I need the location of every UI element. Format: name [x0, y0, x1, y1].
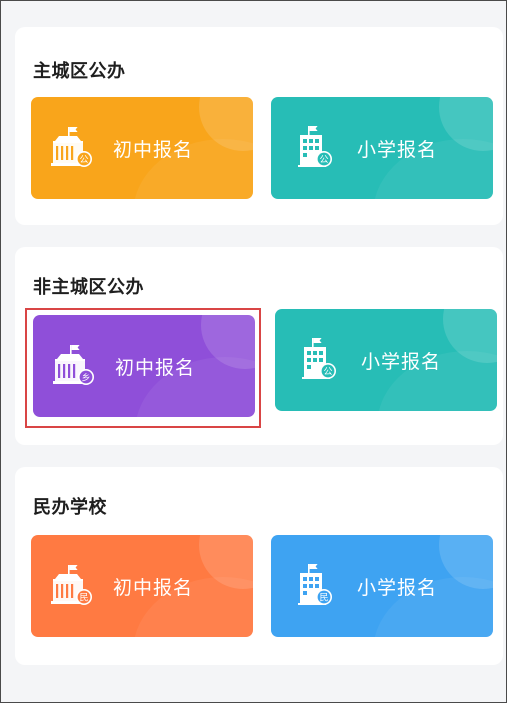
badge-text: 乡	[81, 373, 90, 384]
school-building-icon: 民	[51, 565, 92, 605]
office-building-icon: 公	[302, 338, 336, 379]
section-card-main-urban-public: 主城区公办 公 初中报名 公 小学报名	[15, 27, 503, 225]
school-building-icon: 乡	[53, 345, 94, 385]
tile-primary-school-signup[interactable]: 民 小学报名	[271, 535, 493, 637]
badge-text: 公	[79, 155, 88, 166]
section-card-private-schools: 民办学校 民 初中报名 民 小学报名	[15, 467, 503, 665]
section-card-non-main-urban-public: 非主城区公办 乡 初中报名 公 小学报名	[15, 247, 503, 445]
section-title: 主城区公办	[33, 61, 126, 82]
badge-text: 公	[319, 155, 328, 166]
tile-label: 初中报名	[113, 577, 194, 599]
badge-text: 民	[79, 593, 88, 604]
tile-middle-school-signup[interactable]: 乡 初中报名	[33, 315, 255, 417]
tile-middle-school-signup[interactable]: 民 初中报名	[31, 535, 253, 637]
tile-label: 小学报名	[357, 139, 438, 161]
badge-text: 公	[323, 367, 332, 378]
tile-middle-school-signup[interactable]: 公 初中报名	[31, 97, 253, 199]
badge-text: 民	[319, 593, 328, 604]
office-building-icon: 公	[298, 126, 332, 167]
tile-primary-school-signup[interactable]: 公 小学报名	[275, 309, 497, 411]
tile-label: 小学报名	[357, 577, 438, 599]
section-title: 非主城区公办	[33, 277, 144, 298]
tile-label: 初中报名	[113, 139, 194, 161]
office-building-icon: 民	[298, 564, 332, 605]
app-frame: 主城区公办 公 初中报名 公 小学报名 非主城区公办 乡 初中报名 公 小学报名…	[0, 0, 507, 703]
school-building-icon: 公	[51, 127, 92, 167]
tile-primary-school-signup[interactable]: 公 小学报名	[271, 97, 493, 199]
section-title: 民办学校	[33, 497, 107, 518]
tile-label: 小学报名	[361, 351, 442, 373]
tile-label: 初中报名	[115, 357, 196, 379]
